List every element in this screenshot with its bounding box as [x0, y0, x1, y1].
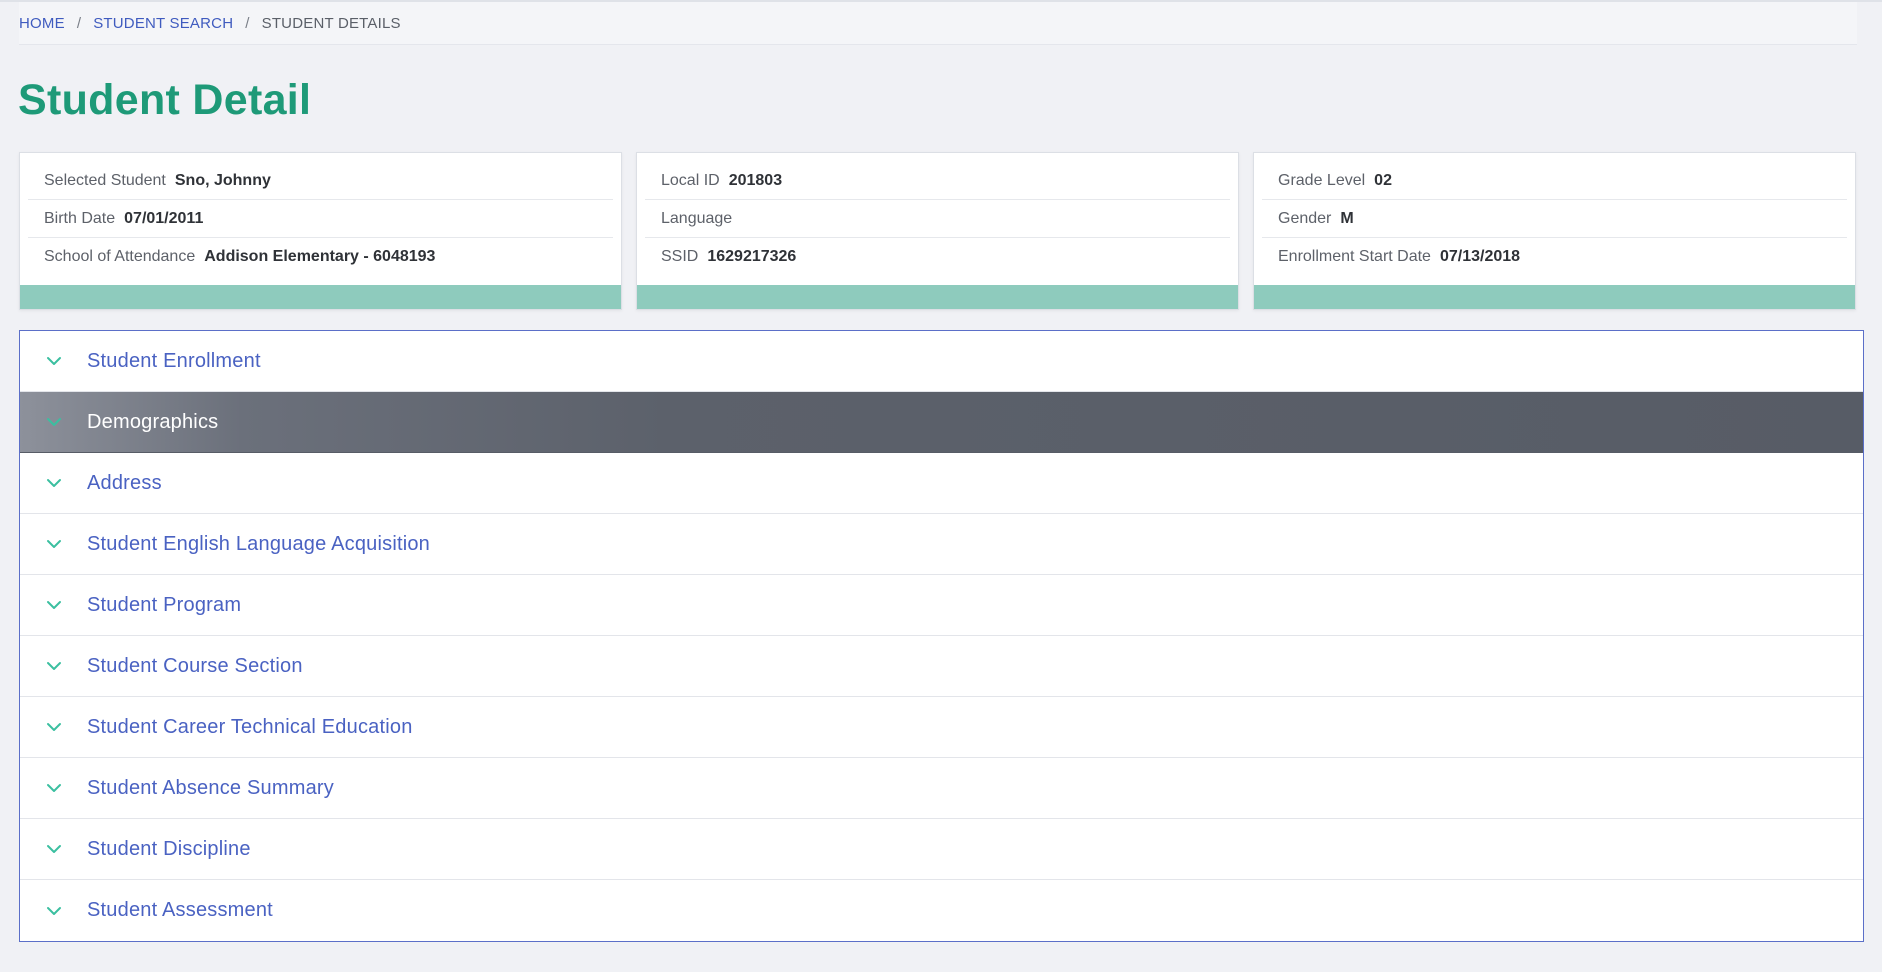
detail-sections-accordion: Student Enrollment Demographics Address …: [19, 330, 1864, 942]
accordion-item-student-enrollment[interactable]: Student Enrollment: [20, 331, 1863, 392]
accordion-item-address[interactable]: Address: [20, 453, 1863, 514]
card-accent-bar: [1254, 285, 1855, 309]
accordion-item-title: Student Absence Summary: [87, 776, 334, 799]
page-title: Student Detail: [18, 76, 312, 124]
info-label: Selected Student: [44, 171, 166, 189]
info-label: Language: [661, 209, 733, 227]
info-row-birth-date: Birth Date 07/01/2011: [28, 200, 613, 238]
accordion-item-course-section[interactable]: Student Course Section: [20, 636, 1863, 697]
info-label: SSID: [661, 247, 699, 265]
accordion-item-discipline[interactable]: Student Discipline: [20, 819, 1863, 880]
info-label: Grade Level: [1278, 171, 1366, 189]
info-value: 1629217326: [707, 247, 797, 265]
breadcrumb-separator: /: [76, 14, 82, 32]
accordion-item-student-program[interactable]: Student Program: [20, 575, 1863, 636]
info-value: 201803: [728, 171, 783, 189]
info-label: Enrollment Start Date: [1278, 247, 1431, 265]
chevron-down-icon: [42, 349, 66, 373]
accordion-item-title: Demographics: [87, 410, 219, 433]
chevron-down-icon: [42, 899, 66, 923]
accordion-item-absence-summary[interactable]: Student Absence Summary: [20, 758, 1863, 819]
info-row-selected-student: Selected Student Sno, Johnny: [28, 162, 613, 200]
info-value: 02: [1374, 171, 1392, 189]
info-row-gender: Gender M: [1262, 200, 1847, 238]
chevron-down-icon: [42, 715, 66, 739]
accordion-item-career-technical-education[interactable]: Student Career Technical Education: [20, 697, 1863, 758]
chevron-down-icon: [42, 532, 66, 556]
enrollment-info-card: Grade Level 02 Gender M Enrollment Start…: [1253, 152, 1856, 310]
card-accent-bar: [637, 285, 1238, 309]
accordion-item-demographics[interactable]: Demographics: [20, 392, 1863, 453]
accordion-item-title: Address: [87, 471, 162, 494]
accordion-item-title: Student Career Technical Education: [87, 715, 413, 738]
info-value: M: [1340, 209, 1354, 227]
info-label: Local ID: [661, 171, 720, 189]
info-row-enrollment-start-date: Enrollment Start Date 07/13/2018: [1262, 238, 1847, 275]
id-info-card: Local ID 201803 Language SSID 1629217326: [636, 152, 1239, 310]
accordion-item-title: Student English Language Acquisition: [87, 532, 431, 555]
chevron-down-icon: [42, 654, 66, 678]
student-info-card: Selected Student Sno, Johnny Birth Date …: [19, 152, 622, 310]
info-label: Birth Date: [44, 209, 116, 227]
info-label: Gender: [1278, 209, 1332, 227]
accordion-item-title: Student Program: [87, 593, 242, 616]
info-value: 07/01/2011: [124, 209, 204, 227]
accordion-item-title: Student Discipline: [87, 837, 251, 860]
info-row-local-id: Local ID 201803: [645, 162, 1230, 200]
accordion-item-title: Student Course Section: [87, 654, 303, 677]
breadcrumb-current: STUDENT DETAILS: [261, 14, 401, 32]
info-value: Addison Elementary - 6048193: [204, 247, 436, 265]
chevron-down-icon: [42, 593, 66, 617]
breadcrumb-home-link[interactable]: HOME: [19, 15, 65, 32]
breadcrumb: HOME / STUDENT SEARCH / STUDENT DETAILS: [19, 2, 1857, 45]
accordion-item-english-language-acquisition[interactable]: Student English Language Acquisition: [20, 514, 1863, 575]
info-row-grade-level: Grade Level 02: [1262, 162, 1847, 200]
accordion-item-title: Student Assessment: [87, 899, 273, 921]
accordion-item-assessment[interactable]: Student Assessment: [20, 880, 1863, 941]
breadcrumb-student-search-link[interactable]: STUDENT SEARCH: [93, 15, 233, 32]
info-row-school-of-attendance: School of Attendance Addison Elementary …: [28, 238, 613, 275]
info-label: School of Attendance: [44, 247, 196, 265]
info-row-ssid: SSID 1629217326: [645, 238, 1230, 275]
chevron-down-icon: [42, 410, 66, 434]
accordion-item-title: Student Enrollment: [87, 349, 261, 372]
chevron-down-icon: [42, 776, 66, 800]
info-value: 07/13/2018: [1439, 247, 1521, 265]
chevron-down-icon: [42, 471, 66, 495]
chevron-down-icon: [42, 837, 66, 861]
info-value: Sno, Johnny: [174, 171, 271, 189]
info-row-language: Language: [645, 200, 1230, 238]
breadcrumb-separator: /: [245, 14, 250, 32]
card-accent-bar: [20, 285, 621, 309]
